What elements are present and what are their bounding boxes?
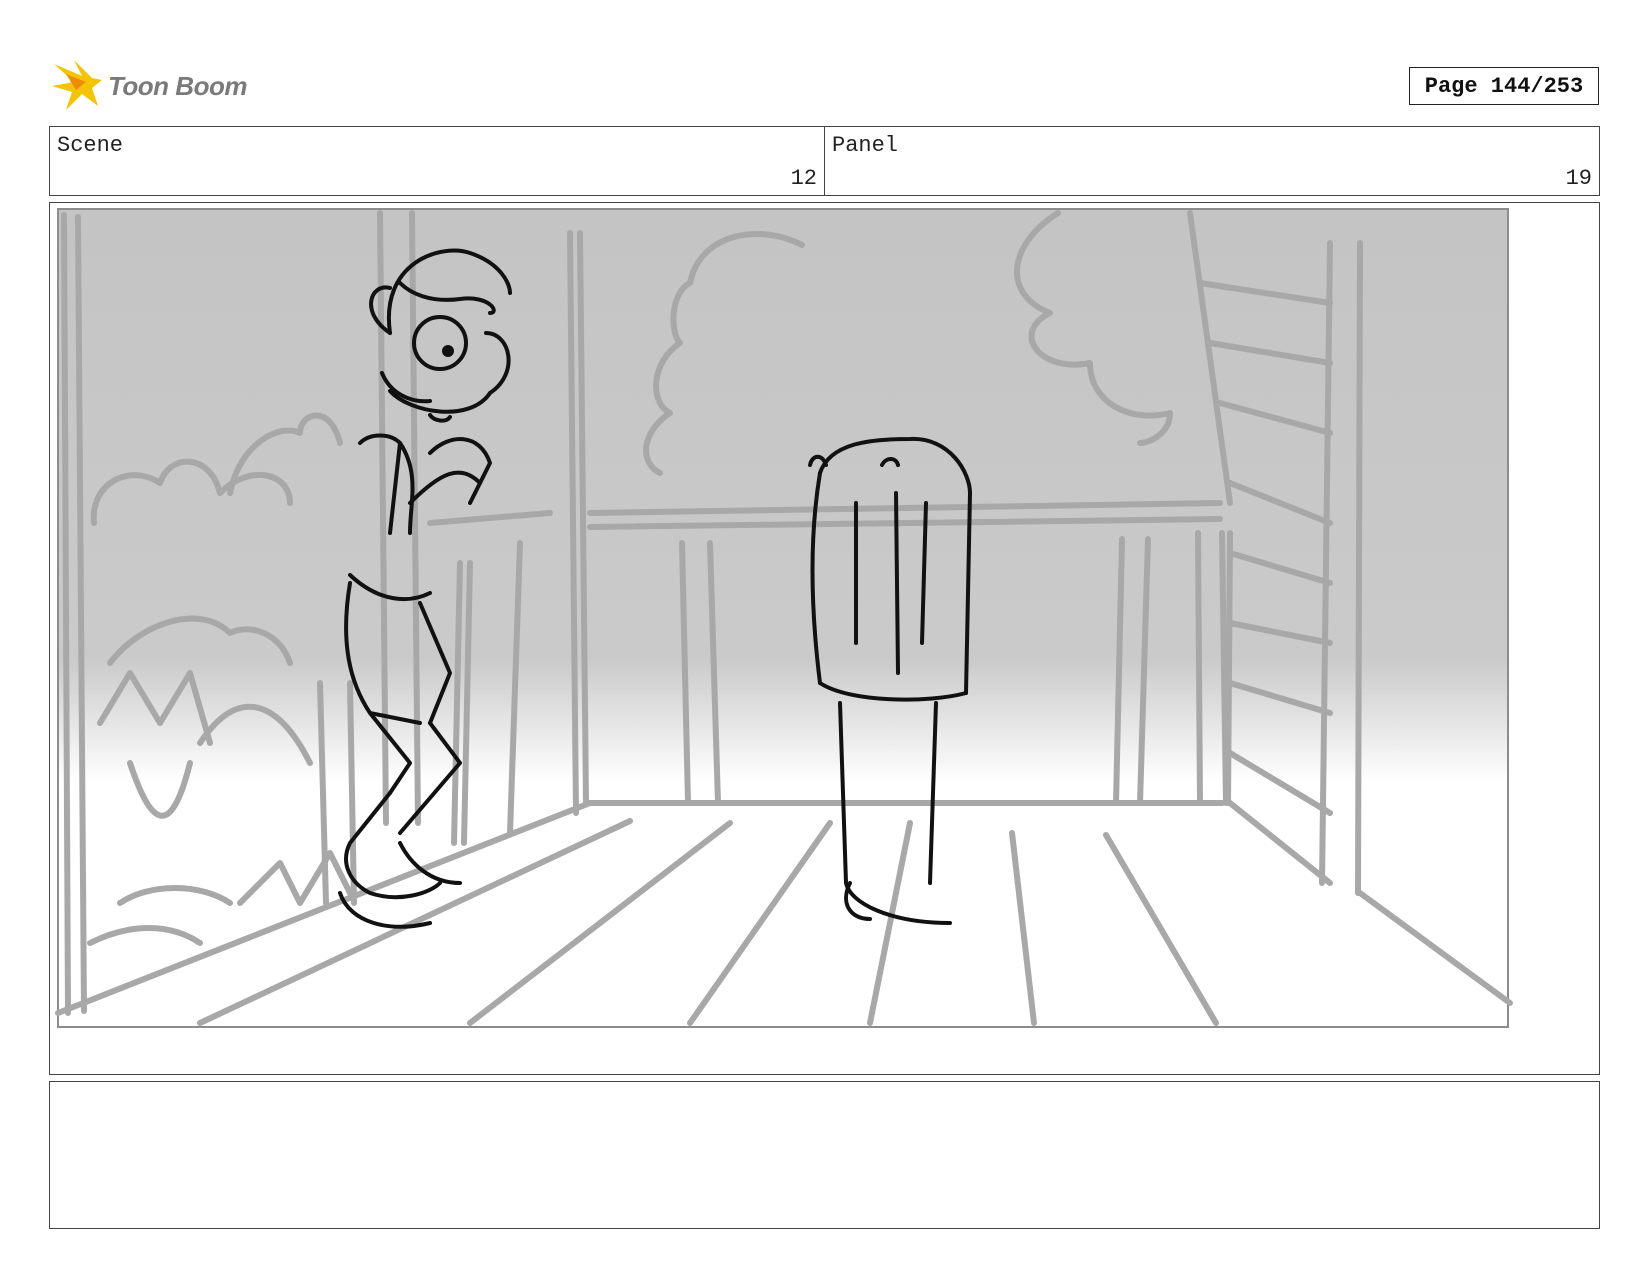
storyboard-sketch (55, 208, 1513, 1028)
logo-text: Toon Boom (108, 70, 247, 101)
panel-label: Panel (832, 133, 899, 158)
toon-boom-logo: Toon Boom (52, 58, 247, 114)
page-number: Page 144/253 (1409, 67, 1599, 105)
toon-boom-star-icon (52, 56, 104, 117)
panel-number: 19 (1565, 166, 1592, 191)
panel-cell: Panel 19 (824, 127, 1599, 195)
scene-number: 12 (790, 166, 817, 191)
scene-cell: Scene 12 (50, 127, 824, 195)
panel-notes-box (49, 1081, 1600, 1229)
scene-panel-header: Scene 12 Panel 19 (49, 126, 1600, 196)
storyboard-panel-image (49, 202, 1600, 1075)
scene-label: Scene (57, 133, 124, 158)
